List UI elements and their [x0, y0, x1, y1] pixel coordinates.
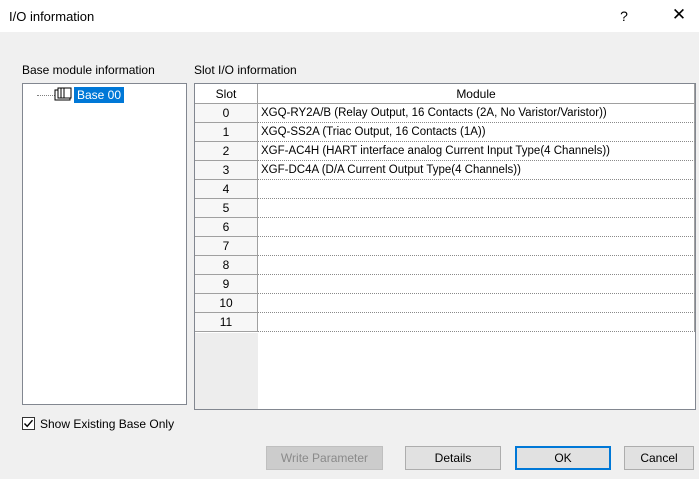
table-row[interactable]: 1 XGQ-SS2A (Triac Output, 16 Contacts (1… — [195, 123, 695, 142]
table-row[interactable]: 5 — [195, 199, 695, 218]
slot-cell: 4 — [195, 180, 258, 199]
slot-cell: 2 — [195, 142, 258, 161]
table-row[interactable]: 0 XGQ-RY2A/B (Relay Output, 16 Contacts … — [195, 104, 695, 123]
column-header-module[interactable]: Module — [258, 84, 695, 104]
table-row[interactable]: 10 — [195, 294, 695, 313]
slot-cell: 10 — [195, 294, 258, 313]
table-row[interactable]: 7 — [195, 237, 695, 256]
window-title: I/O information — [9, 9, 95, 24]
module-cell[interactable] — [258, 256, 695, 275]
module-cell[interactable]: XGQ-SS2A (Triac Output, 16 Contacts (1A)… — [258, 123, 695, 142]
slot-cell: 7 — [195, 237, 258, 256]
slot-cell: 0 — [195, 104, 258, 123]
slot-io-label: Slot I/O information — [194, 63, 297, 77]
module-cell[interactable]: XGF-DC4A (D/A Current Output Type(4 Chan… — [258, 161, 695, 180]
slot-cell: 1 — [195, 123, 258, 142]
help-button[interactable]: ? — [612, 8, 636, 28]
base-rack-icon — [54, 87, 72, 101]
table-row[interactable]: 8 — [195, 256, 695, 275]
grid-empty-area — [195, 333, 258, 409]
module-cell[interactable] — [258, 294, 695, 313]
slot-cell: 5 — [195, 199, 258, 218]
table-row[interactable]: 9 — [195, 275, 695, 294]
module-cell[interactable] — [258, 237, 695, 256]
slot-io-grid: Slot Module 0 XGQ-RY2A/B (Relay Output, … — [194, 83, 696, 410]
checkmark-icon — [23, 419, 34, 428]
cancel-button[interactable]: Cancel — [624, 446, 694, 470]
tree-item-base-00[interactable]: Base 00 — [74, 87, 125, 103]
ok-button[interactable]: OK — [515, 446, 611, 470]
table-row[interactable]: 11 — [195, 313, 695, 332]
close-button[interactable]: ✕ — [668, 5, 690, 29]
base-tree[interactable]: Base 00 — [22, 83, 187, 405]
slot-cell: 9 — [195, 275, 258, 294]
slot-cell: 3 — [195, 161, 258, 180]
module-cell[interactable] — [258, 199, 695, 218]
module-cell[interactable]: XGF-AC4H (HART interface analog Current … — [258, 142, 695, 161]
table-row[interactable]: 6 — [195, 218, 695, 237]
title-bar: I/O information ? ✕ — [0, 0, 699, 32]
base-module-label: Base module information — [22, 63, 155, 77]
slot-cell: 11 — [195, 313, 258, 332]
module-cell[interactable] — [258, 275, 695, 294]
table-row[interactable]: 2 XGF-AC4H (HART interface analog Curren… — [195, 142, 695, 161]
write-parameter-button[interactable]: Write Parameter — [266, 446, 383, 470]
module-cell[interactable] — [258, 218, 695, 237]
column-header-slot[interactable]: Slot — [195, 84, 258, 104]
show-existing-base-label: Show Existing Base Only — [40, 417, 175, 431]
module-cell[interactable] — [258, 313, 695, 332]
module-cell[interactable]: XGQ-RY2A/B (Relay Output, 16 Contacts (2… — [258, 104, 695, 123]
slot-cell: 8 — [195, 256, 258, 275]
module-cell[interactable] — [258, 180, 695, 199]
details-button[interactable]: Details — [405, 446, 501, 470]
table-row[interactable]: 3 XGF-DC4A (D/A Current Output Type(4 Ch… — [195, 161, 695, 180]
show-existing-base-checkbox[interactable] — [22, 417, 35, 430]
table-row[interactable]: 4 — [195, 180, 695, 199]
slot-cell: 6 — [195, 218, 258, 237]
